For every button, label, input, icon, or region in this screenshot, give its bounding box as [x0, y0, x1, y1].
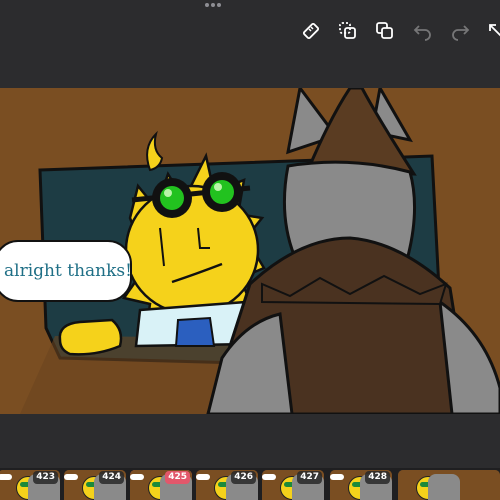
frame-thumbnail[interactable]	[398, 470, 500, 500]
yellow-character-face	[124, 184, 260, 316]
tie	[174, 316, 216, 347]
frame-thumbnail[interactable]: 427	[262, 470, 324, 500]
wolf-arm-right	[438, 298, 500, 414]
frame-number-badge: 427	[297, 471, 322, 484]
window-grabber-icon[interactable]	[205, 3, 221, 7]
frame-thumbnail[interactable]: 428	[330, 470, 392, 500]
frame-thumbnail-active[interactable]: 425	[130, 470, 192, 500]
frame-thumbnail[interactable]: 423	[0, 470, 60, 500]
frame-thumbnail[interactable]: 424	[64, 470, 126, 500]
redo-icon[interactable]	[447, 18, 473, 44]
frame-number-badge: 424	[99, 471, 124, 484]
frame-filmstrip: 423 424 425 426 427 428	[0, 468, 500, 500]
duplicate-frame-icon[interactable]	[335, 18, 361, 44]
ruler-icon[interactable]	[298, 18, 324, 44]
undo-icon[interactable]	[410, 18, 436, 44]
frame-number-badge: 426	[231, 471, 256, 484]
copy-icon[interactable]	[372, 18, 398, 44]
flame-tuft	[146, 130, 164, 172]
frame-number-badge: 423	[33, 471, 58, 484]
yellow-character-hand	[58, 318, 123, 356]
speech-bubble: alright thanks!	[0, 240, 132, 302]
speech-text: alright thanks!	[4, 261, 132, 281]
drawing-canvas[interactable]: alright thanks!	[0, 88, 500, 414]
expand-icon[interactable]	[483, 18, 500, 44]
frame-number-badge: 428	[365, 471, 390, 484]
frame-thumbnail[interactable]: 426	[196, 470, 258, 500]
top-toolbar	[0, 0, 500, 88]
frame-number-badge-active: 425	[165, 471, 190, 484]
timeline-area	[0, 414, 500, 468]
